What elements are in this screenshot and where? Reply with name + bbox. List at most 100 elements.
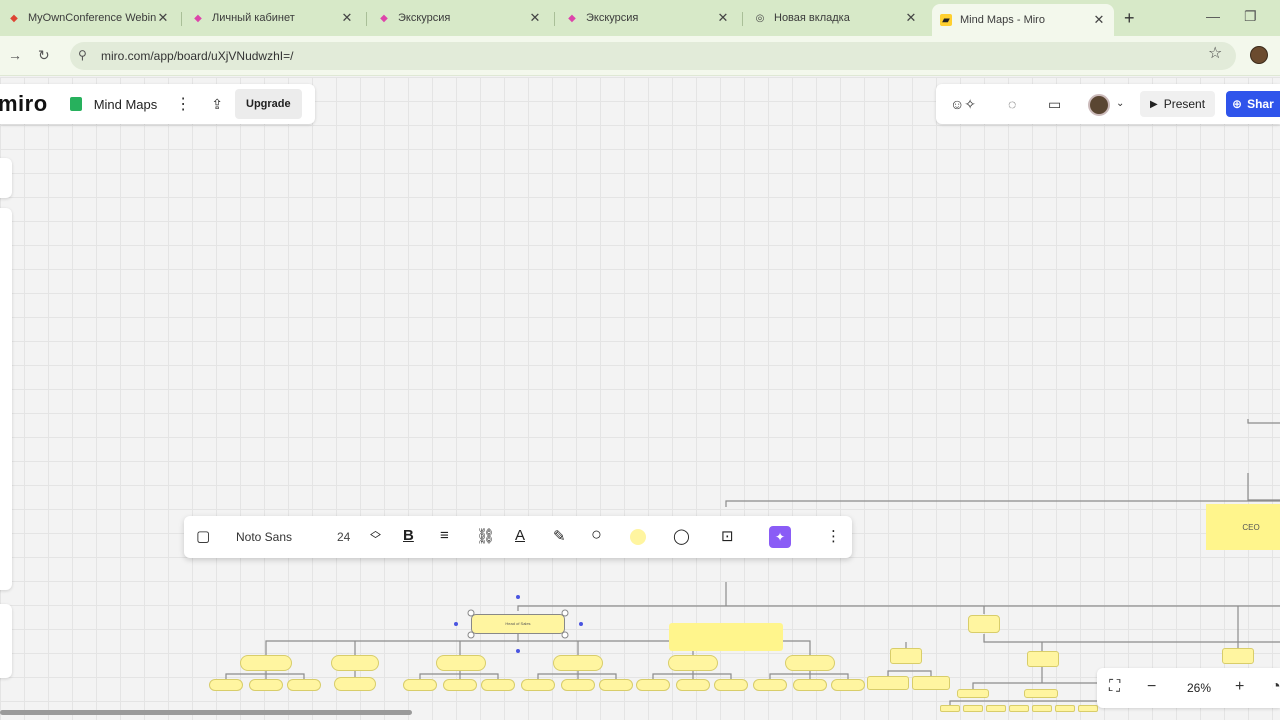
fit-to-screen-icon[interactable]: ⛶: [1109, 678, 1120, 696]
mindmap-node[interactable]: [986, 705, 1006, 712]
close-icon[interactable]: ✕: [904, 10, 918, 26]
mindmap-node[interactable]: [714, 679, 748, 691]
mindmap-node[interactable]: [1032, 705, 1052, 712]
mindmap-node[interactable]: [287, 679, 321, 691]
close-icon[interactable]: ✕: [716, 10, 730, 26]
mindmap-node[interactable]: [209, 679, 243, 691]
mindmap-node[interactable]: [1009, 705, 1029, 712]
reload-icon[interactable]: ↻: [38, 47, 50, 64]
profile-avatar[interactable]: [1250, 46, 1268, 64]
mindmap-node[interactable]: [676, 679, 710, 691]
close-icon[interactable]: ✕: [340, 10, 354, 26]
chevron-down-icon[interactable]: ⌄: [1116, 98, 1124, 109]
mindmap-node[interactable]: [331, 655, 379, 671]
border-icon[interactable]: ○: [591, 524, 602, 545]
mindmap-node[interactable]: [561, 679, 595, 691]
bold-button[interactable]: B: [403, 527, 414, 544]
align-icon[interactable]: ≡: [440, 527, 449, 544]
tab-excursion-2[interactable]: ◆ Экскурсия ✕: [558, 4, 738, 32]
mindmap-node[interactable]: [1027, 651, 1059, 667]
close-icon[interactable]: ✕: [528, 10, 542, 26]
mindmap-node[interactable]: [890, 648, 922, 664]
mindmap-node[interactable]: [1222, 648, 1254, 664]
mindmap-node[interactable]: [403, 679, 437, 691]
text-color-icon[interactable]: A: [515, 527, 525, 544]
present-button[interactable]: ▶ Present: [1140, 91, 1216, 117]
reactions-icon[interactable]: ☺✧: [950, 96, 976, 113]
close-icon[interactable]: ✕: [1092, 12, 1106, 28]
mindmap-node[interactable]: [636, 679, 670, 691]
left-toolbar-bottom[interactable]: [0, 604, 12, 678]
mindmap-node[interactable]: [1078, 705, 1098, 712]
tab-new-tab[interactable]: ◎ Новая вкладка ✕: [746, 4, 926, 32]
tab-mind-maps-miro[interactable]: ▰ Mind Maps - Miro ✕: [932, 4, 1114, 36]
video-call-icon[interactable]: ▭: [1048, 96, 1061, 113]
new-tab-button[interactable]: +: [1124, 8, 1135, 29]
collaboration-toolbar: ☺✧ ◌ ▭ ⌄ ▶ Present ⊕ Shar: [936, 84, 1280, 124]
comment-icon[interactable]: ◯: [673, 527, 690, 545]
tab-separator: [554, 12, 555, 26]
mindmap-node[interactable]: [968, 615, 1000, 633]
left-toolbar[interactable]: [0, 208, 12, 590]
url-text[interactable]: miro.com/app/board/uXjVNudwzhI=/: [101, 49, 293, 63]
upgrade-button[interactable]: Upgrade: [235, 89, 302, 119]
mindmap-node[interactable]: [753, 679, 787, 691]
more-options-icon[interactable]: ⋮: [826, 527, 841, 545]
lock-icon[interactable]: ⊡: [721, 527, 734, 545]
share-button[interactable]: ⊕ Shar: [1226, 91, 1280, 117]
mindmap-node[interactable]: [957, 689, 989, 698]
miro-favicon-icon: ◆: [194, 12, 202, 24]
mindmap-node[interactable]: [912, 676, 950, 690]
zoom-in-icon[interactable]: +: [1235, 678, 1244, 696]
highlighter-icon[interactable]: ✎: [553, 527, 566, 545]
mindmap-node[interactable]: [1055, 705, 1075, 712]
ceo-node[interactable]: CEO: [1206, 504, 1280, 550]
minimize-icon[interactable]: —: [1206, 8, 1220, 24]
mindmap-node[interactable]: [334, 677, 376, 691]
tab-excursion-1[interactable]: ◆ Экскурсия ✕: [370, 4, 550, 32]
ai-assist-icon[interactable]: ✦: [769, 526, 791, 548]
miro-logo[interactable]: miro: [0, 91, 48, 117]
restore-icon[interactable]: ❐: [1244, 8, 1257, 25]
board-canvas[interactable]: CEO Head of Sales: [0, 77, 1280, 720]
font-family-select[interactable]: Noto Sans: [236, 530, 292, 544]
site-info-icon[interactable]: ⚲: [78, 48, 87, 62]
bookmark-star-icon[interactable]: ☆: [1208, 43, 1222, 63]
board-name[interactable]: Mind Maps: [94, 97, 158, 112]
mindmap-node[interactable]: [963, 705, 983, 712]
mindmap-node[interactable]: [793, 679, 827, 691]
more-menu-icon[interactable]: ⋮: [175, 94, 191, 114]
link-icon[interactable]: ⛓: [476, 527, 495, 545]
mindmap-node[interactable]: [443, 679, 477, 691]
fill-color-swatch[interactable]: [630, 529, 646, 545]
zoom-level[interactable]: 26%: [1187, 681, 1211, 695]
zoom-out-icon[interactable]: −: [1147, 678, 1156, 696]
department-node[interactable]: [669, 623, 783, 651]
chat-icon[interactable]: ◌: [1008, 96, 1016, 112]
mindmap-node[interactable]: [240, 655, 292, 671]
tab-personal-account[interactable]: ◆ Личный кабинет ✕: [184, 4, 362, 32]
mindmap-node[interactable]: [867, 676, 909, 690]
font-size-input[interactable]: 24: [337, 530, 350, 544]
mindmap-node[interactable]: [521, 679, 555, 691]
help-icon[interactable]: ◔: [1271, 678, 1280, 696]
mindmap-node[interactable]: [249, 679, 283, 691]
horizontal-scrollbar[interactable]: [0, 710, 412, 715]
mindmap-node[interactable]: [940, 705, 960, 712]
mindmap-node[interactable]: [785, 655, 835, 671]
mindmap-node[interactable]: [553, 655, 603, 671]
shape-icon[interactable]: ▢: [196, 527, 210, 545]
tab-myownconference[interactable]: ◆ MyOwnConference Webin ✕: [0, 4, 178, 32]
mindmap-node[interactable]: [481, 679, 515, 691]
close-icon[interactable]: ✕: [156, 10, 170, 26]
export-icon[interactable]: ⇪: [211, 96, 223, 113]
mindmap-node[interactable]: [831, 679, 865, 691]
mindmap-node[interactable]: [599, 679, 633, 691]
font-size-stepper-icon[interactable]: ︿ ﹀: [370, 526, 381, 546]
user-avatar[interactable]: [1088, 94, 1110, 116]
forward-icon[interactable]: →: [8, 47, 22, 63]
mindmap-node[interactable]: [668, 655, 718, 671]
omnibox[interactable]: ⚲ miro.com/app/board/uXjVNudwzhI=/: [70, 42, 1236, 70]
mindmap-node[interactable]: [1024, 689, 1058, 698]
mindmap-node[interactable]: [436, 655, 486, 671]
